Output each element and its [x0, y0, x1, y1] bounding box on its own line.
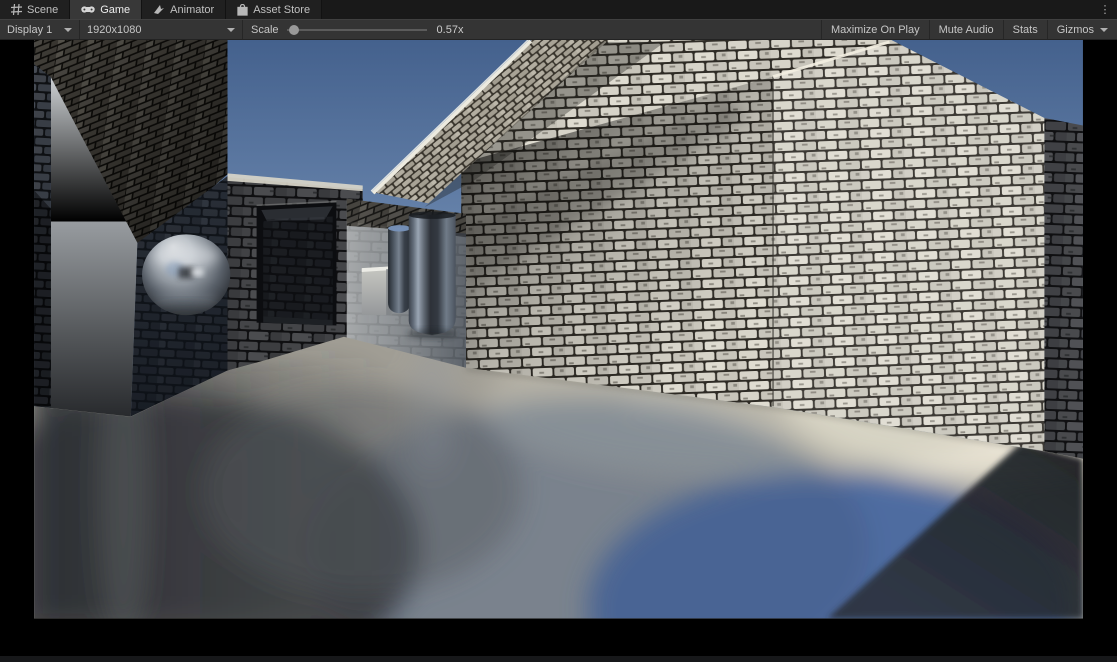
tab-asset-store[interactable]: Asset Store: [226, 0, 323, 19]
tab-asset-store-label: Asset Store: [253, 3, 311, 16]
animator-icon: [153, 4, 165, 15]
gray-box: [361, 266, 392, 316]
scale-slider-knob[interactable]: [289, 24, 300, 35]
tab-game[interactable]: Game: [70, 0, 143, 19]
kebab-menu-icon[interactable]: ⋮: [1093, 0, 1117, 19]
mute-audio-button[interactable]: Mute Audio: [928, 20, 1003, 39]
viewport-bottom-edge: [0, 656, 1117, 662]
scale-slider-track[interactable]: [286, 28, 427, 31]
gizmos-label: Gizmos: [1056, 23, 1094, 36]
tab-scene-label: Scene: [27, 3, 59, 16]
game-gamepad-icon: [81, 4, 95, 15]
resolution-dropdown-label: 1920x1080: [87, 23, 142, 36]
small-cylinder: [388, 225, 411, 314]
unity-game-window: Scene Game Animator Asset Store ⋮ Displa…: [0, 0, 1117, 662]
scale-label: Scale: [251, 23, 279, 36]
gizmos-dropdown[interactable]: Gizmos: [1046, 20, 1117, 39]
mute-audio-label: Mute Audio: [938, 23, 994, 36]
rendered-scene: [34, 38, 1083, 619]
scale-slider[interactable]: [286, 24, 427, 36]
maximize-on-play-label: Maximize On Play: [830, 23, 920, 36]
scale-value: 0.57x: [436, 23, 464, 36]
stats-button[interactable]: Stats: [1002, 20, 1047, 39]
metal-cylinder: [406, 211, 458, 339]
game-render-area[interactable]: [0, 38, 1117, 656]
tab-bar: Scene Game Animator Asset Store ⋮: [0, 0, 1117, 19]
dropdown-caret-icon: [227, 27, 235, 32]
resolution-dropdown[interactable]: 1920x1080: [80, 20, 243, 39]
dropdown-caret-icon: [64, 27, 72, 32]
tab-game-label: Game: [100, 3, 131, 16]
dropdown-caret-icon: [1100, 27, 1108, 32]
display-dropdown-label: Display 1: [7, 23, 53, 36]
scale-control: Scale 0.57x: [243, 24, 471, 36]
stats-label: Stats: [1012, 23, 1038, 36]
maximize-on-play-button[interactable]: Maximize On Play: [820, 20, 929, 39]
display-dropdown[interactable]: Display 1: [0, 20, 80, 39]
asset-store-bag-icon: [237, 3, 248, 16]
tab-animator[interactable]: Animator: [142, 0, 227, 19]
far-right-wall: [1044, 117, 1083, 468]
tab-scene[interactable]: Scene: [0, 0, 71, 19]
left-edge-wall: [34, 64, 51, 409]
tab-bar-spacer: [322, 0, 1093, 19]
scene-grid-icon: [11, 4, 22, 15]
game-toolbar: Display 1 1920x1080 Scale 0.57x Maximize…: [0, 19, 1117, 40]
toolbar-right-buttons: Maximize On Play Mute Audio Stats Gizmos: [820, 20, 1117, 39]
tab-animator-label: Animator: [170, 3, 215, 16]
